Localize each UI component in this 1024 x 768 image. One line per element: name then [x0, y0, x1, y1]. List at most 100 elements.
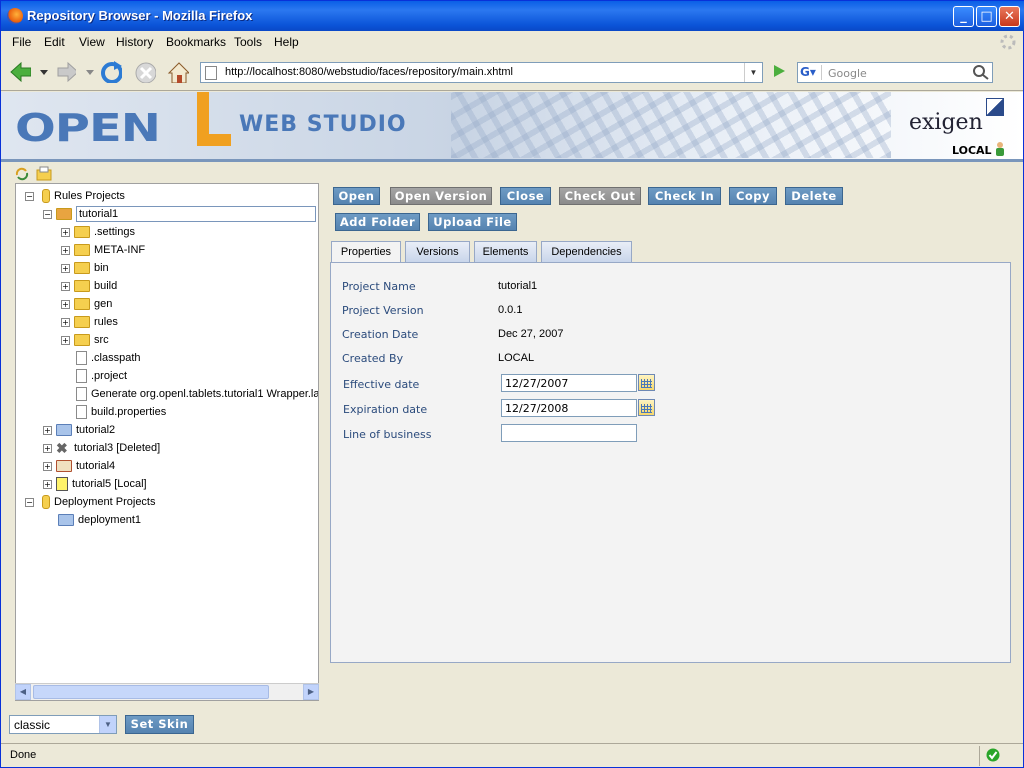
- add-folder-button[interactable]: Add Folder: [335, 213, 420, 231]
- tree-node-project-file[interactable]: .project: [76, 368, 127, 386]
- menu-tools[interactable]: Tools: [234, 35, 262, 49]
- tab-properties[interactable]: Properties: [331, 241, 401, 264]
- search-bar[interactable]: G▾ Google: [797, 62, 993, 83]
- tree-node-rules[interactable]: rules: [74, 314, 118, 332]
- search-placeholder: Google: [828, 67, 867, 80]
- expand-toggle[interactable]: +: [61, 336, 70, 345]
- close-project-button[interactable]: Close: [500, 187, 551, 205]
- project-version-value: 0.0.1: [498, 304, 523, 316]
- expand-toggle[interactable]: +: [43, 426, 52, 435]
- upload-file-button[interactable]: Upload File: [428, 213, 517, 231]
- expand-toggle[interactable]: −: [43, 210, 52, 219]
- tab-versions[interactable]: Versions: [405, 241, 470, 263]
- expand-toggle[interactable]: +: [43, 480, 52, 489]
- tab-elements[interactable]: Elements: [474, 241, 537, 263]
- project-version-label: Project Version: [342, 304, 424, 317]
- stop-icon[interactable]: [134, 61, 156, 83]
- tab-dependencies[interactable]: Dependencies: [541, 241, 632, 263]
- tree-node-meta-inf[interactable]: META-INF: [74, 242, 145, 260]
- menu-view[interactable]: View: [79, 35, 105, 49]
- check-in-button[interactable]: Check In: [648, 187, 721, 205]
- menu-help[interactable]: Help: [274, 35, 299, 49]
- expiration-date-input[interactable]: 12/27/2008: [501, 399, 637, 417]
- expand-toggle[interactable]: +: [43, 462, 52, 471]
- open-version-button[interactable]: Open Version: [390, 187, 492, 205]
- project-tree: − Rules Projects − tutorial1 + .settings…: [15, 183, 319, 701]
- expand-toggle[interactable]: +: [61, 246, 70, 255]
- tree-node-src[interactable]: src: [74, 332, 109, 350]
- home-icon[interactable]: [167, 61, 189, 83]
- tree-node-tutorial4[interactable]: tutorial4: [56, 458, 115, 476]
- chevron-down-icon[interactable]: ▼: [99, 716, 116, 733]
- line-of-business-input[interactable]: [501, 424, 637, 442]
- expand-toggle[interactable]: +: [61, 228, 70, 237]
- folder-icon: [74, 262, 90, 275]
- url-dropdown-icon[interactable]: ▼: [744, 63, 762, 82]
- forward-icon[interactable]: [54, 61, 76, 83]
- menu-history[interactable]: History: [116, 35, 153, 49]
- line-of-business-label: Line of business: [343, 428, 432, 441]
- file-icon: [76, 351, 87, 366]
- tree-node-tutorial5[interactable]: tutorial5 [Local]: [56, 476, 147, 494]
- reload-icon[interactable]: [100, 61, 122, 83]
- expand-toggle[interactable]: +: [43, 444, 52, 453]
- forward-dropdown-icon[interactable]: [86, 70, 94, 76]
- tree-node-rules-projects[interactable]: Rules Projects: [42, 188, 125, 206]
- search-icon[interactable]: [972, 64, 990, 81]
- tree-node-generate-wrapper[interactable]: Generate org.openl.tablets.tutorial1 Wra…: [76, 386, 318, 404]
- minimize-button[interactable]: _: [953, 6, 974, 27]
- copy-button[interactable]: Copy: [729, 187, 777, 205]
- tree-node-gen[interactable]: gen: [74, 296, 112, 314]
- open-button[interactable]: Open: [333, 187, 380, 205]
- close-button[interactable]: ✕: [999, 6, 1020, 27]
- folder-icon: [74, 334, 90, 347]
- tree-node-classpath[interactable]: .classpath: [76, 350, 141, 368]
- scroll-right-icon[interactable]: ▶: [303, 684, 319, 700]
- expand-toggle[interactable]: −: [25, 192, 34, 201]
- expand-toggle[interactable]: +: [61, 264, 70, 273]
- menu-bookmarks[interactable]: Bookmarks: [166, 35, 226, 49]
- check-out-button[interactable]: Check Out: [559, 187, 641, 205]
- project-name-label: Project Name: [342, 280, 416, 293]
- expand-toggle[interactable]: +: [61, 318, 70, 327]
- back-dropdown-icon[interactable]: [40, 70, 48, 76]
- menu-file[interactable]: File: [12, 35, 31, 49]
- window-title: Repository Browser - Mozilla Firefox: [27, 8, 253, 23]
- logo-webstudio-text: WEB STUDIO: [239, 112, 407, 137]
- new-project-icon[interactable]: [36, 166, 52, 181]
- tree-horizontal-scrollbar[interactable]: ◀ ▶: [15, 683, 319, 700]
- deployment-icon: [58, 514, 74, 527]
- scroll-left-icon[interactable]: ◀: [15, 684, 31, 700]
- tree-node-settings[interactable]: .settings: [74, 224, 135, 242]
- refresh-tree-icon[interactable]: [15, 167, 29, 181]
- menu-edit[interactable]: Edit: [44, 35, 65, 49]
- tree-node-bin[interactable]: bin: [74, 260, 109, 278]
- firefox-icon: [7, 8, 23, 24]
- tree-node-tutorial2[interactable]: tutorial2: [56, 422, 115, 440]
- maximize-button[interactable]: □: [976, 6, 997, 27]
- expand-toggle[interactable]: −: [25, 498, 34, 507]
- file-icon: [76, 387, 87, 402]
- google-engine-icon[interactable]: G▾: [800, 65, 822, 80]
- back-icon[interactable]: [9, 61, 31, 83]
- tree-node-tutorial1[interactable]: tutorial1: [56, 206, 316, 224]
- project-icon: [56, 424, 72, 437]
- tree-node-build-properties[interactable]: build.properties: [76, 404, 166, 422]
- scroll-thumb[interactable]: [33, 685, 269, 699]
- expiration-date-calendar-icon[interactable]: [638, 399, 655, 416]
- go-icon[interactable]: [771, 63, 787, 79]
- tree-node-tutorial3[interactable]: ✖ tutorial3 [Deleted]: [56, 440, 160, 458]
- tree-node-deployment1[interactable]: deployment1: [58, 512, 141, 530]
- skin-select[interactable]: classic ▼: [9, 715, 117, 734]
- expand-toggle[interactable]: +: [61, 282, 70, 291]
- tree-node-build[interactable]: build: [74, 278, 117, 296]
- repository-icon: [42, 189, 50, 204]
- effective-date-calendar-icon[interactable]: [638, 374, 655, 391]
- url-bar[interactable]: http://localhost:8080/webstudio/faces/re…: [200, 62, 763, 83]
- set-skin-button[interactable]: Set Skin: [125, 715, 194, 734]
- delete-button[interactable]: Delete: [785, 187, 843, 205]
- tree-node-deployment-projects[interactable]: Deployment Projects: [42, 494, 156, 512]
- page-icon: [205, 66, 217, 80]
- effective-date-input[interactable]: 12/27/2007: [501, 374, 637, 392]
- expand-toggle[interactable]: +: [61, 300, 70, 309]
